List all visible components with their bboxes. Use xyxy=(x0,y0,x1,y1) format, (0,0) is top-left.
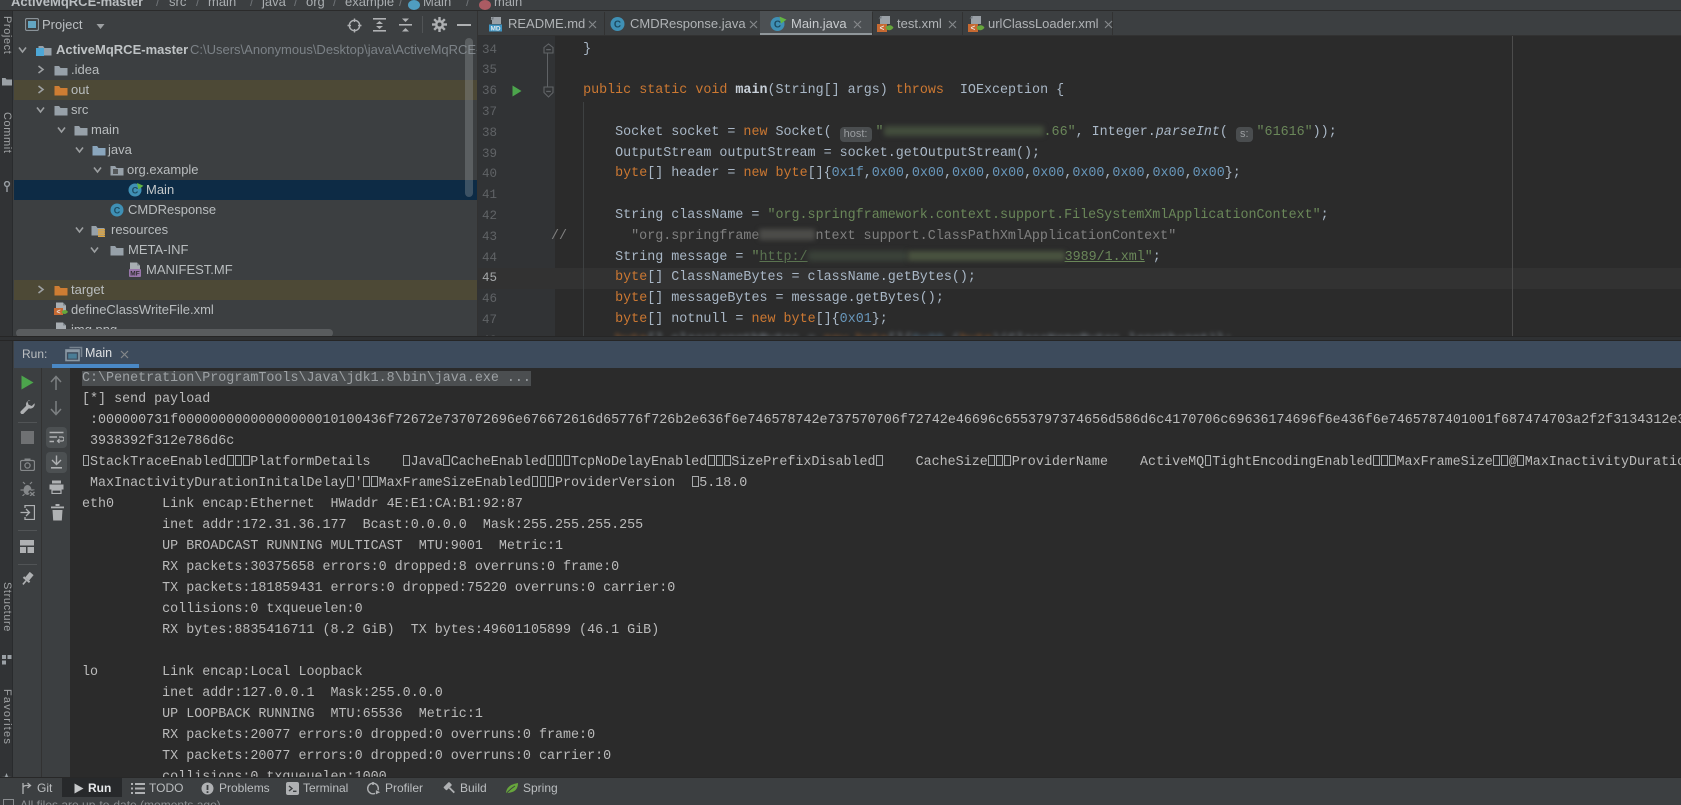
svg-text:C: C xyxy=(132,186,139,196)
svg-text:C: C xyxy=(114,206,121,216)
svg-text:C: C xyxy=(614,20,621,31)
svg-text:<: < xyxy=(56,309,60,316)
svg-text:<: < xyxy=(880,24,885,33)
svg-text:<: < xyxy=(971,24,976,33)
svg-text:C: C xyxy=(774,20,781,31)
svg-text:MF: MF xyxy=(130,271,139,278)
svg-text:MD: MD xyxy=(490,26,500,33)
